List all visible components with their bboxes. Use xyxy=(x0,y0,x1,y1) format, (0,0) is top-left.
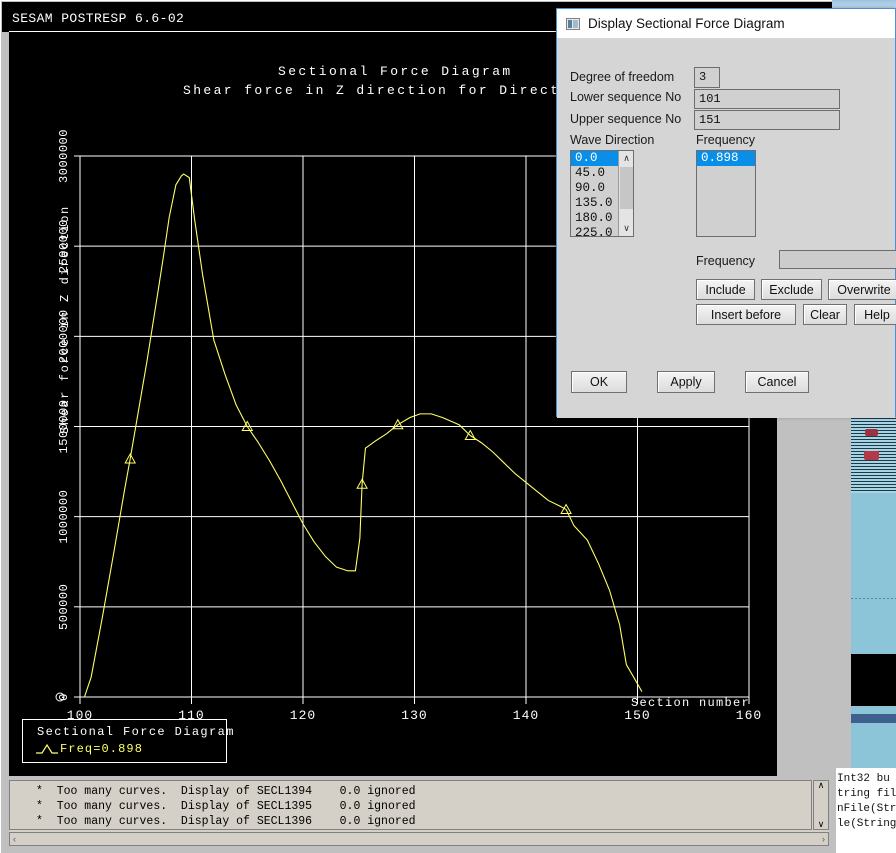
frequency-listbox[interactable]: 0.898 xyxy=(696,150,756,237)
model-dashed-line xyxy=(851,598,896,599)
cancel-button[interactable]: Cancel xyxy=(745,371,809,393)
svg-text:150: 150 xyxy=(624,708,650,723)
console-horizontal-scrollbar[interactable]: ‹ › xyxy=(9,832,829,846)
model-black-region xyxy=(851,654,896,706)
scroll-down-icon[interactable]: ∨ xyxy=(619,221,633,236)
triangle-marker-icon xyxy=(36,743,58,754)
legend-header: Sectional Force Diagram xyxy=(37,725,235,739)
wave-direction-listbox[interactable]: 0.0 45.0 90.0 135.0 180.0 225.0 ∧ ∨ xyxy=(570,150,634,237)
help-button[interactable]: Help xyxy=(854,304,896,325)
lower-sequence-input[interactable]: 101 xyxy=(694,89,840,109)
code-line: Int32 bu xyxy=(837,773,890,785)
model-blue-band xyxy=(851,714,896,723)
postresp-title: SESAM POSTRESP 6.6-02 xyxy=(12,11,185,26)
wave-direction-label: Wave Direction xyxy=(570,133,655,147)
upper-sequence-label: Upper sequence No xyxy=(570,112,682,126)
svg-text:1500000: 1500000 xyxy=(57,400,71,454)
svg-text:140: 140 xyxy=(513,708,539,723)
svg-text:1000000: 1000000 xyxy=(57,490,71,544)
frequency-input-label: Frequency xyxy=(696,254,756,268)
dof-label: Degree of freedom xyxy=(570,70,675,84)
console-line: * Too many curves. Display of SECL1394 0… xyxy=(36,785,416,798)
wave-direction-scrollbar[interactable]: ∧ ∨ xyxy=(618,151,633,236)
scroll-left-icon[interactable]: ‹ xyxy=(13,834,16,844)
apply-button[interactable]: Apply xyxy=(657,371,715,393)
upper-sequence-input[interactable]: 151 xyxy=(694,110,840,130)
svg-text:2000000: 2000000 xyxy=(57,309,71,363)
svg-text:160: 160 xyxy=(736,708,762,723)
svg-text:0: 0 xyxy=(57,693,71,701)
background-3d-model-view[interactable] xyxy=(851,418,896,788)
exclude-button[interactable]: Exclude xyxy=(761,279,822,300)
screen-root: Int32 bu tring fil nFile(Str le(String S… xyxy=(0,0,896,853)
code-line: nFile(Str xyxy=(837,803,896,815)
ok-button[interactable]: OK xyxy=(571,371,627,393)
dof-input[interactable]: 3 xyxy=(694,67,720,88)
scroll-down-icon[interactable]: ∨ xyxy=(818,820,825,829)
display-sectional-force-dialog: Display Sectional Force Diagram Degree o… xyxy=(556,8,896,418)
overwrite-button[interactable]: Overwrite xyxy=(828,279,896,300)
console-line: * Too many curves. Display of SECL1396 0… xyxy=(36,815,416,828)
frequency-option[interactable]: 0.898 xyxy=(697,151,755,166)
window-app-icon xyxy=(566,17,580,30)
background-code-panel[interactable]: Int32 bu tring fil nFile(Str le(String xyxy=(836,768,896,853)
svg-text:130: 130 xyxy=(401,708,427,723)
frequency-list-label: Frequency xyxy=(696,133,756,147)
frequency-input[interactable] xyxy=(779,250,896,269)
dialog-body: Degree of freedom 3 Lower sequence No 10… xyxy=(557,38,896,418)
console-panel: * Too many curves. Display of SECL1394 0… xyxy=(9,780,829,846)
code-line: tring fil xyxy=(837,788,896,800)
svg-text:2500000: 2500000 xyxy=(57,219,71,273)
legend-entry: Freq=0.898 xyxy=(60,742,144,756)
svg-text:500000: 500000 xyxy=(57,584,71,630)
include-button[interactable]: Include xyxy=(696,279,755,300)
console-line: * Too many curves. Display of SECL1395 0… xyxy=(36,800,416,813)
scroll-right-icon[interactable]: › xyxy=(822,834,825,844)
svg-text:3000000: 3000000 xyxy=(57,129,71,183)
model-marker-red-1 xyxy=(865,429,878,436)
clear-button[interactable]: Clear xyxy=(803,304,847,325)
code-line: le(String xyxy=(837,818,896,830)
dialog-titlebar[interactable]: Display Sectional Force Diagram xyxy=(557,9,895,38)
scrollbar-thumb[interactable] xyxy=(620,167,633,209)
scroll-up-icon[interactable]: ∧ xyxy=(818,781,825,790)
dialog-title: Display Sectional Force Diagram xyxy=(588,16,785,31)
model-marker-red-2 xyxy=(864,451,879,460)
lower-sequence-label: Lower sequence No xyxy=(570,90,682,104)
scroll-up-icon[interactable]: ∧ xyxy=(619,151,633,166)
chart-legend: Sectional Force Diagram Freq=0.898 xyxy=(22,719,233,763)
svg-text:120: 120 xyxy=(290,708,316,723)
insert-before-button[interactable]: Insert before xyxy=(696,304,796,325)
console-messages[interactable]: * Too many curves. Display of SECL1394 0… xyxy=(9,780,812,830)
console-vertical-scrollbar[interactable]: ∧ ∨ xyxy=(813,780,829,830)
